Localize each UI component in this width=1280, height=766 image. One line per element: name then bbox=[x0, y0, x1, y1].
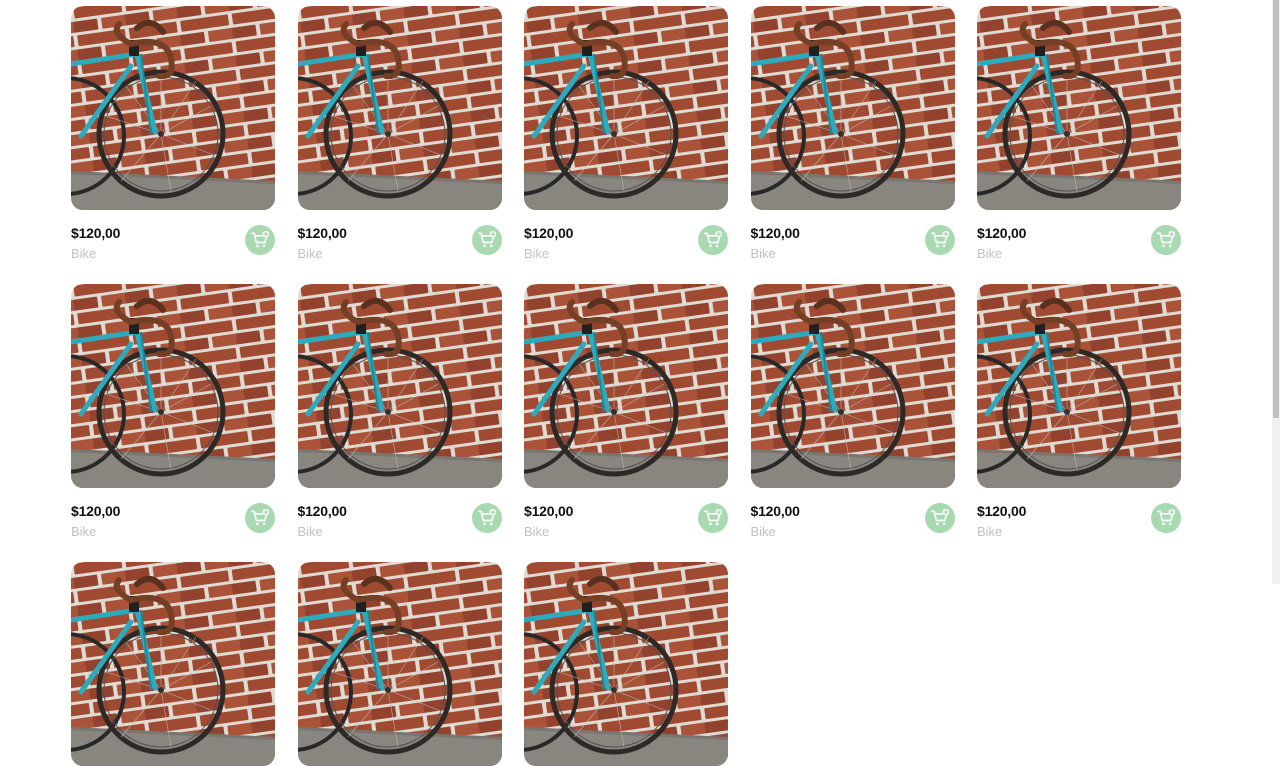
product-image[interactable] bbox=[71, 6, 275, 210]
product-card[interactable]: $120,00 Bike bbox=[297, 6, 502, 261]
product-image[interactable] bbox=[71, 284, 275, 488]
product-name: Bike bbox=[297, 246, 323, 261]
product-price: $120,00 bbox=[977, 503, 1027, 519]
product-card[interactable] bbox=[297, 562, 502, 766]
add-to-cart-icon bbox=[1156, 508, 1176, 526]
product-name: Bike bbox=[524, 246, 550, 261]
scrollbar-thumb[interactable] bbox=[1273, 0, 1279, 418]
product-image[interactable] bbox=[750, 284, 955, 488]
product-price: $120,00 bbox=[297, 225, 347, 241]
product-card[interactable]: $120,00 Bike bbox=[977, 284, 1181, 539]
add-to-cart-icon bbox=[930, 508, 949, 526]
product-card[interactable]: $120,00 Bike bbox=[71, 284, 275, 539]
product-name: Bike bbox=[524, 524, 550, 539]
product-name: Bike bbox=[71, 524, 97, 539]
product-price: $120,00 bbox=[71, 503, 121, 519]
product-price: $120,00 bbox=[750, 225, 800, 241]
product-price: $120,00 bbox=[524, 503, 574, 519]
product-card[interactable] bbox=[524, 562, 728, 766]
add-to-cart-icon bbox=[930, 230, 949, 248]
add-to-cart-button[interactable] bbox=[924, 503, 955, 533]
product-price: $120,00 bbox=[297, 503, 347, 519]
product-name: Bike bbox=[71, 246, 97, 261]
add-to-cart-icon bbox=[250, 230, 270, 248]
product-card[interactable]: $120,00 Bike bbox=[750, 284, 955, 539]
product-image[interactable] bbox=[977, 6, 1181, 210]
add-to-cart-icon bbox=[703, 508, 723, 526]
product-image[interactable] bbox=[524, 6, 728, 210]
add-to-cart-icon bbox=[477, 230, 496, 248]
product-card[interactable]: $120,00 Bike bbox=[297, 284, 502, 539]
product-card[interactable]: $120,00 Bike bbox=[524, 284, 728, 539]
add-to-cart-button[interactable] bbox=[1151, 225, 1181, 255]
vertical-scrollbar[interactable] bbox=[1272, 0, 1280, 584]
add-to-cart-icon bbox=[477, 508, 496, 526]
product-image[interactable] bbox=[297, 284, 502, 488]
add-to-cart-button[interactable] bbox=[924, 225, 955, 255]
product-image[interactable] bbox=[524, 284, 728, 488]
product-name: Bike bbox=[750, 246, 776, 261]
add-to-cart-button[interactable] bbox=[1151, 503, 1181, 533]
add-to-cart-button[interactable] bbox=[471, 503, 502, 533]
product-card[interactable] bbox=[71, 562, 275, 766]
product-price: $120,00 bbox=[71, 225, 121, 241]
product-price: $120,00 bbox=[977, 225, 1027, 241]
product-name: Bike bbox=[297, 524, 323, 539]
product-card[interactable]: $120,00 Bike bbox=[750, 6, 955, 261]
product-image[interactable] bbox=[524, 562, 728, 766]
add-to-cart-icon bbox=[250, 508, 270, 526]
add-to-cart-button[interactable] bbox=[471, 225, 502, 255]
product-price: $120,00 bbox=[524, 225, 574, 241]
product-image[interactable] bbox=[297, 562, 502, 766]
product-image[interactable] bbox=[71, 562, 275, 766]
product-card[interactable]: $120,00 Bike bbox=[524, 6, 728, 261]
add-to-cart-button[interactable] bbox=[245, 225, 275, 255]
add-to-cart-button[interactable] bbox=[698, 503, 728, 533]
product-name: Bike bbox=[977, 524, 1003, 539]
product-price: $120,00 bbox=[750, 503, 800, 519]
add-to-cart-button[interactable] bbox=[698, 225, 728, 255]
product-name: Bike bbox=[977, 246, 1003, 261]
product-image[interactable] bbox=[977, 284, 1181, 488]
add-to-cart-icon bbox=[703, 230, 723, 248]
add-to-cart-icon bbox=[1156, 230, 1176, 248]
product-card[interactable]: $120,00 Bike bbox=[71, 6, 275, 261]
product-name: Bike bbox=[750, 524, 776, 539]
product-image[interactable] bbox=[297, 6, 502, 210]
product-grid: $120,00 Bike $120,00 Bike $120,00 Bike $… bbox=[71, 6, 1181, 766]
product-card[interactable]: $120,00 Bike bbox=[977, 6, 1181, 261]
product-image[interactable] bbox=[750, 6, 955, 210]
add-to-cart-button[interactable] bbox=[245, 503, 275, 533]
